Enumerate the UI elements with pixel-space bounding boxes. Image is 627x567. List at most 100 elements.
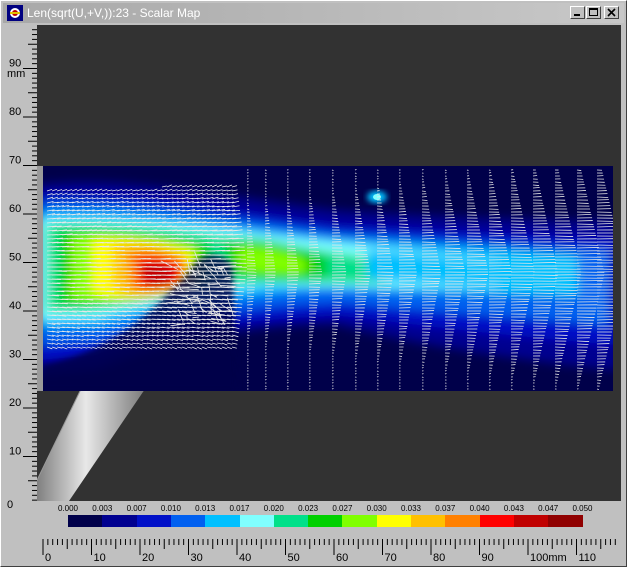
vector-arrow	[444, 370, 447, 372]
vector-arrow	[488, 196, 497, 198]
vector-arrow	[466, 379, 469, 381]
scalar-field	[42, 166, 613, 391]
vector-arrow	[488, 379, 491, 381]
close-button[interactable]	[604, 6, 619, 19]
vector-arrow	[264, 211, 269, 213]
maximize-button[interactable]	[586, 6, 601, 19]
vector-arrow	[488, 172, 492, 174]
bottom-ruler-label: 20	[142, 552, 154, 564]
colorbar-label: 0.047	[538, 504, 559, 513]
vector-arrow	[466, 244, 483, 246]
vector-arrow	[421, 367, 424, 369]
vector-arrow	[354, 187, 357, 189]
vector-arrow	[354, 175, 357, 177]
vector-arrow	[331, 388, 334, 390]
minimize-button[interactable]	[570, 6, 585, 19]
colorbar-label: 0.000	[57, 504, 79, 513]
vector-arrow	[286, 235, 294, 237]
vector-arrow	[398, 253, 414, 255]
bottom-ruler-label: 10	[94, 552, 106, 564]
vector-arrow	[576, 190, 586, 192]
vector-arrow	[444, 265, 464, 267]
colorbar-swatch	[308, 515, 343, 527]
vector-arrow	[421, 322, 432, 324]
vector-arrow	[264, 277, 276, 279]
vector-arrow	[354, 244, 366, 246]
vector-arrow	[488, 352, 496, 354]
vector-arrow	[488, 313, 504, 315]
vector-arrow	[376, 319, 386, 321]
vector-arrow	[354, 220, 362, 222]
title-bar[interactable]: Len(sqrt(U,+V,)):23 - Scalar Map	[3, 3, 624, 23]
vector-arrow	[308, 247, 319, 249]
vector-arrow	[376, 334, 384, 336]
vector-arrow	[576, 340, 590, 342]
vector-arrow	[376, 376, 379, 378]
vector-arrow	[246, 202, 249, 204]
vector-arrow	[308, 202, 312, 204]
vector-arrow	[554, 181, 562, 183]
vector-arrow	[264, 247, 273, 249]
vector-arrow	[398, 283, 415, 285]
vector-arrow	[308, 223, 315, 225]
vector-arrow	[246, 277, 256, 279]
colorbar-swatch	[102, 515, 138, 527]
bottom-ruler-label: 70	[385, 552, 397, 564]
vector-arrow	[192, 316, 199, 319]
vector-arrow	[376, 361, 379, 363]
vector-arrow	[488, 241, 506, 243]
colorbar-swatch	[513, 515, 549, 527]
vector-arrow	[354, 343, 359, 345]
vector-arrow	[331, 190, 334, 192]
vector-arrow	[264, 349, 267, 351]
vector-arrow	[286, 247, 296, 249]
colorbar-swatch	[445, 515, 481, 527]
vector-arrow	[354, 301, 366, 303]
vector-arrow	[398, 337, 406, 339]
vector-arrow	[376, 286, 392, 288]
colorbar-label: 0.027	[332, 504, 353, 513]
vector-arrow	[488, 340, 498, 342]
vector-arrow	[398, 313, 410, 315]
vector-arrow	[532, 175, 538, 177]
vector-arrow	[264, 358, 267, 360]
vector-arrow	[466, 178, 470, 180]
left-ruler-label: 80	[9, 106, 21, 118]
vector-arrow	[466, 313, 481, 315]
vector-arrow	[421, 280, 440, 282]
window-title: Len(sqrt(U,+V,)):23 - Scalar Map	[27, 6, 201, 20]
vector-arrow	[554, 292, 577, 294]
colorbar-swatch	[68, 515, 103, 527]
vector-arrow	[264, 202, 267, 204]
bottom-ruler-label: 60	[336, 552, 348, 564]
vector-arrow	[421, 301, 436, 303]
vector-arrow	[398, 256, 415, 258]
vector-arrow	[246, 208, 250, 210]
vector-arrow	[421, 199, 428, 201]
vector-arrow	[331, 319, 339, 321]
left-ruler-labels: 908070605040302010	[9, 58, 21, 458]
vector-arrow	[231, 250, 246, 252]
colorbar-label: 0.030	[366, 504, 387, 513]
vector-arrow	[488, 373, 492, 375]
vector-arrow	[308, 283, 321, 285]
vector-arrow	[286, 352, 289, 354]
colorbar-label: 0.050	[572, 504, 593, 513]
vector-arrow	[510, 379, 513, 381]
vector-arrow	[354, 364, 357, 366]
left-ruler-label: 70	[9, 155, 21, 167]
vector-arrow	[466, 208, 476, 210]
vector-arrow	[246, 352, 249, 354]
vector-arrow	[331, 217, 338, 219]
vector-arrow	[421, 190, 426, 192]
vector-arrow	[510, 208, 522, 210]
scalar-map-canvas[interactable]	[37, 25, 621, 501]
vector-arrow	[596, 373, 603, 375]
vector-arrow	[354, 277, 370, 279]
app-icon[interactable]	[7, 5, 23, 21]
vector-arrow	[286, 316, 293, 318]
vector-arrow	[246, 295, 254, 297]
colorbar-label: 0.017	[229, 504, 250, 513]
vector-arrow	[532, 193, 542, 195]
vector-arrow	[421, 175, 424, 177]
